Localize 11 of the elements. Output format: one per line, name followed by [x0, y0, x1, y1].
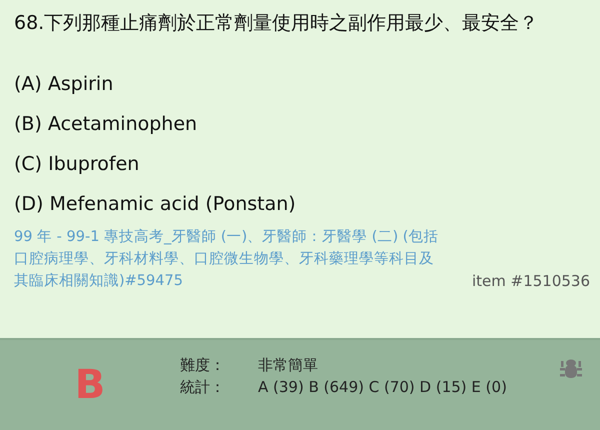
detail-label: 統計：: [180, 377, 226, 398]
question-text: 68.下列那種止痛劑於正常劑量使用時之副作用最少、最安全？: [14, 11, 540, 36]
detail-value: 非常簡單: [258, 355, 319, 376]
answer-option[interactable]: (D) Mefenamic acid (Ponstan): [14, 184, 590, 224]
answer-option[interactable]: (A) Aspirin: [14, 64, 590, 104]
item-number: item #1510536: [472, 271, 590, 292]
answer-option[interactable]: (C) Ibuprofen: [14, 144, 590, 184]
detail-value: A (39) B (649) C (70) D (15) E (0): [258, 377, 508, 398]
detail-label: 難度：: [180, 355, 226, 376]
correct-answer: B: [74, 362, 106, 408]
answer-option[interactable]: (B) Acetaminophen: [14, 104, 590, 144]
